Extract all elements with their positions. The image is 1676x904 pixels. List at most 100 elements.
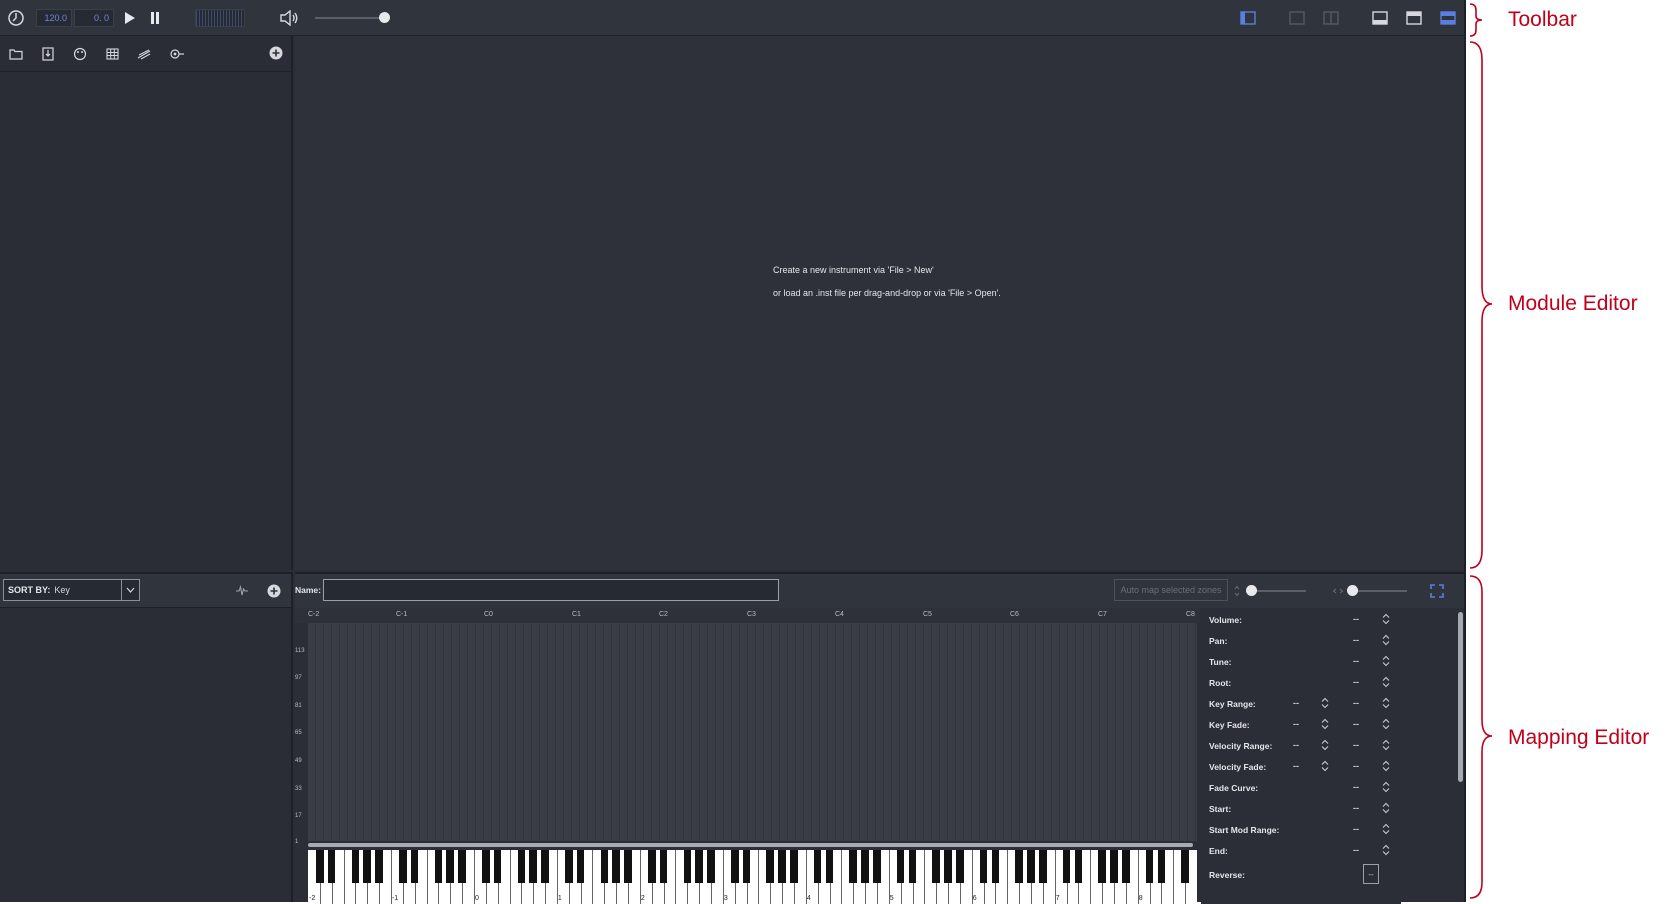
name-input[interactable] xyxy=(323,579,779,601)
stepper-icon[interactable] xyxy=(1320,697,1330,710)
waveform-icon[interactable] xyxy=(234,583,250,599)
volume-slider-track[interactable] xyxy=(315,17,385,19)
black-key[interactable] xyxy=(730,850,739,883)
tempo-display[interactable]: 120.0 xyxy=(36,9,72,27)
black-key[interactable] xyxy=(683,850,692,883)
black-key[interactable] xyxy=(1027,850,1035,883)
stepper-icon[interactable] xyxy=(1381,823,1391,836)
property-low-value[interactable]: -- xyxy=(1293,761,1299,771)
black-key[interactable] xyxy=(375,850,383,883)
black-key[interactable] xyxy=(363,850,372,883)
stepper-icon[interactable] xyxy=(1381,634,1391,647)
black-key[interactable] xyxy=(576,850,585,883)
black-key[interactable] xyxy=(1098,850,1106,883)
black-key[interactable] xyxy=(1062,850,1071,883)
black-key[interactable] xyxy=(956,850,964,883)
stepper-icon[interactable] xyxy=(1320,739,1330,752)
stepper-icon[interactable] xyxy=(1381,613,1391,626)
black-key[interactable] xyxy=(493,850,502,883)
black-key[interactable] xyxy=(849,850,858,883)
property-value[interactable]: -- xyxy=(1353,845,1359,855)
table-icon[interactable] xyxy=(103,46,121,62)
stepper-icon[interactable] xyxy=(1381,802,1391,815)
black-key[interactable] xyxy=(529,850,537,883)
black-key[interactable] xyxy=(1110,850,1118,883)
black-key[interactable] xyxy=(1145,850,1154,883)
black-key[interactable] xyxy=(1074,850,1083,883)
black-key[interactable] xyxy=(541,850,549,883)
stepper-icon[interactable] xyxy=(1381,760,1391,773)
black-key[interactable] xyxy=(813,850,822,883)
black-key[interactable] xyxy=(979,850,988,883)
property-value[interactable]: -- xyxy=(1353,614,1359,624)
black-key[interactable] xyxy=(458,850,466,883)
black-key[interactable] xyxy=(482,850,490,883)
metronome-icon[interactable] xyxy=(6,8,26,28)
property-low-value[interactable]: -- xyxy=(1293,740,1299,750)
black-key[interactable] xyxy=(1015,850,1023,883)
black-key[interactable] xyxy=(434,850,443,883)
black-key[interactable] xyxy=(707,850,715,883)
black-key[interactable] xyxy=(446,850,455,883)
black-key[interactable] xyxy=(766,850,775,883)
vertical-zoom-thumb[interactable] xyxy=(1246,585,1257,596)
play-icon[interactable] xyxy=(120,8,140,28)
panel-divider[interactable] xyxy=(1464,0,1466,902)
folder-icon[interactable] xyxy=(7,46,25,62)
layout-both-panels-icon[interactable] xyxy=(1439,9,1457,27)
black-key[interactable] xyxy=(517,850,526,883)
property-value[interactable]: -- xyxy=(1353,698,1359,708)
black-key[interactable] xyxy=(861,850,869,883)
layout-single-icon[interactable] xyxy=(1288,9,1306,27)
modulation-icon[interactable] xyxy=(167,46,187,62)
save-icon[interactable] xyxy=(39,46,57,62)
black-key[interactable] xyxy=(659,850,668,883)
black-key[interactable] xyxy=(932,850,940,883)
stepper-icon[interactable] xyxy=(1320,718,1330,731)
black-key[interactable] xyxy=(410,850,419,883)
palette-icon[interactable] xyxy=(71,46,89,62)
black-key[interactable] xyxy=(742,850,751,883)
property-value[interactable]: -- xyxy=(1353,782,1359,792)
stepper-icon[interactable] xyxy=(1381,676,1391,689)
property-value[interactable]: -- xyxy=(1353,761,1359,771)
horizontal-scrollbar[interactable] xyxy=(308,843,1193,847)
black-key[interactable] xyxy=(624,850,632,883)
black-key[interactable] xyxy=(327,850,336,883)
property-value[interactable]: -- xyxy=(1353,635,1359,645)
black-key[interactable] xyxy=(316,850,324,883)
stepper-icon[interactable] xyxy=(1381,718,1391,731)
stepper-icon[interactable] xyxy=(1320,760,1330,773)
add-zone-icon[interactable] xyxy=(266,583,282,599)
black-key[interactable] xyxy=(351,850,360,883)
stepper-icon[interactable] xyxy=(1381,844,1391,857)
property-low-value[interactable]: -- xyxy=(1293,698,1299,708)
property-value[interactable]: -- xyxy=(1353,719,1359,729)
position-display[interactable]: 0. 0 xyxy=(74,9,114,27)
property-value[interactable]: -- xyxy=(1353,824,1359,834)
piano-keyboard[interactable]: -2 -1 0 1 2 3 4 5 6 7 8 xyxy=(308,850,1197,904)
pause-icon[interactable] xyxy=(145,8,165,28)
property-value[interactable]: -- xyxy=(1353,803,1359,813)
black-key[interactable] xyxy=(399,850,407,883)
property-value[interactable]: -- xyxy=(1353,677,1359,687)
layout-bottom-panel-icon[interactable] xyxy=(1371,9,1389,27)
stepper-icon[interactable] xyxy=(1381,697,1391,710)
black-key[interactable] xyxy=(600,850,609,883)
black-key[interactable] xyxy=(1122,850,1130,883)
property-value[interactable]: -- xyxy=(1353,740,1359,750)
stepper-icon[interactable] xyxy=(1381,781,1391,794)
black-key[interactable] xyxy=(564,850,573,883)
stepper-icon[interactable] xyxy=(1381,655,1391,668)
automap-button[interactable]: Auto map selected zones xyxy=(1114,579,1228,601)
black-key[interactable] xyxy=(825,850,834,883)
black-key[interactable] xyxy=(896,850,905,883)
black-key[interactable] xyxy=(790,850,798,883)
sort-select[interactable]: SORT BY: Key xyxy=(3,579,140,601)
black-key[interactable] xyxy=(1157,850,1166,883)
black-key[interactable] xyxy=(1181,850,1189,883)
black-key[interactable] xyxy=(908,850,917,883)
property-value[interactable]: -- xyxy=(1353,656,1359,666)
fit-view-icon[interactable] xyxy=(1429,583,1445,599)
black-key[interactable] xyxy=(647,850,656,883)
